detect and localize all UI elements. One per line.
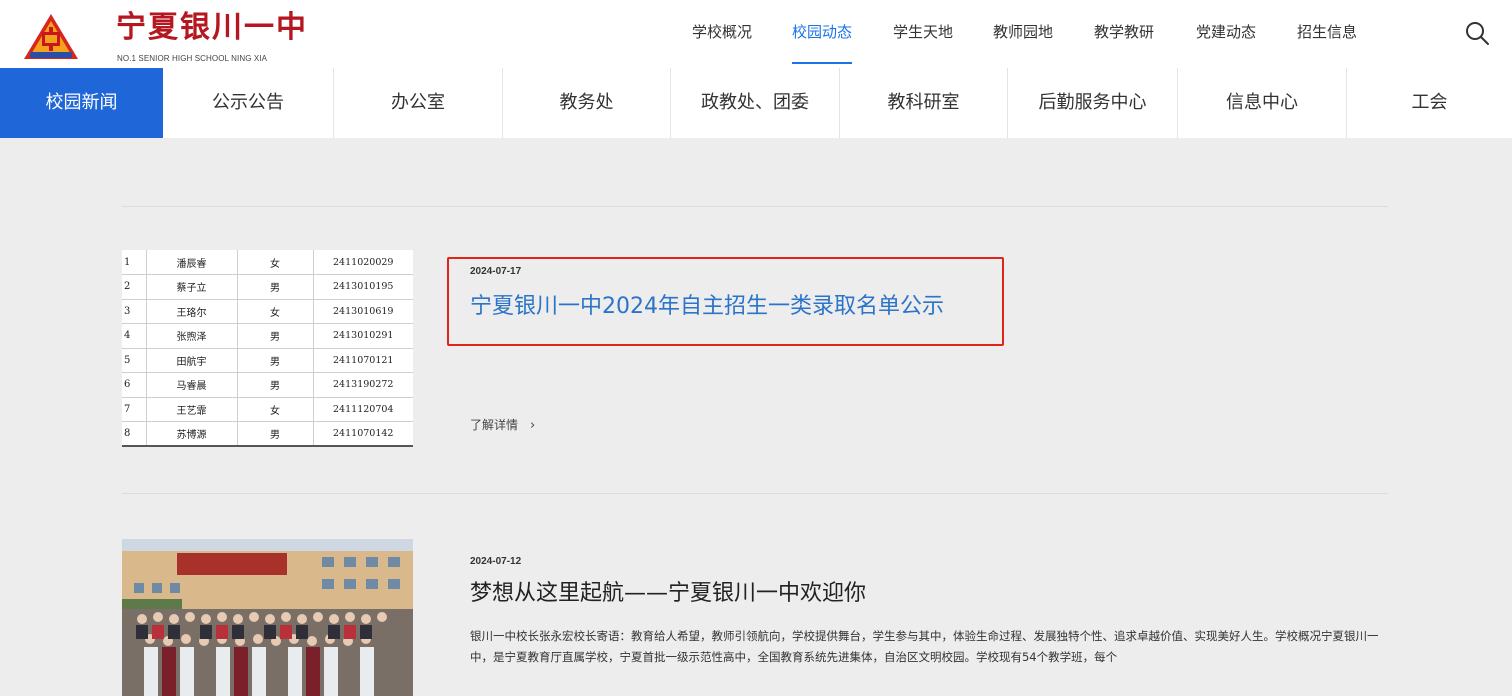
tab-campus-news[interactable]: 校园新闻 bbox=[0, 68, 163, 138]
chevron-right-icon: › bbox=[530, 418, 536, 433]
thumb-cell-index: 1 bbox=[122, 250, 147, 275]
thumb-cell-name: 苏博源 bbox=[146, 421, 238, 447]
thumb-cell-index: 8 bbox=[122, 421, 147, 447]
thumb-cell-id: 2413010291 bbox=[313, 323, 413, 349]
category-nav: 校园新闻 公示公告 办公室 教务处 政教处、团委 教科研室 后勤服务中心 信息中… bbox=[0, 68, 1512, 138]
divider bbox=[122, 493, 1388, 494]
thumb-row: 1 潘辰睿女 2411020029 bbox=[122, 250, 413, 275]
thumb-cell-index: 3 bbox=[122, 299, 147, 324]
thumb-cell-gender: 男 bbox=[237, 372, 314, 398]
article-photo[interactable] bbox=[122, 539, 413, 696]
thumb-cell-gender: 男 bbox=[237, 274, 314, 300]
thumb-cell-name: 田航宇 bbox=[146, 348, 238, 373]
article-thumbnail-table[interactable]: 1 潘辰睿女 2411020029 2 蔡子立男 2413010195 3 王珞尔女 24130… bbox=[122, 250, 413, 447]
thumb-row: 5 田航宇男 2411070121 bbox=[122, 348, 413, 373]
thumb-cell-id: 2411120704 bbox=[313, 397, 413, 422]
tab-political-youth-league[interactable]: 政教处、团委 bbox=[671, 68, 840, 138]
thumb-cell-index: 7 bbox=[122, 397, 147, 422]
thumb-row: 2 蔡子立男 2413010195 bbox=[122, 274, 413, 300]
thumb-cell-name: 王艺霏 bbox=[146, 397, 238, 422]
thumb-cell-name: 潘辰睿 bbox=[146, 250, 238, 275]
thumb-cell-gender: 男 bbox=[237, 421, 314, 447]
search-icon[interactable] bbox=[1464, 20, 1490, 46]
tab-academic-affairs[interactable]: 教务处 bbox=[503, 68, 671, 138]
school-name[interactable]: 宁夏银川一中 bbox=[116, 10, 308, 46]
thumb-cell-index: 6 bbox=[122, 372, 147, 398]
read-more-label: 了解详情 bbox=[470, 418, 519, 432]
school-logo[interactable] bbox=[22, 12, 80, 62]
article-title-link[interactable]: 梦想从这里起航——宁夏银川一中欢迎你 bbox=[470, 575, 866, 607]
tab-info-center[interactable]: 信息中心 bbox=[1178, 68, 1347, 138]
thumb-cell-name: 马睿晨 bbox=[146, 372, 238, 398]
thumb-cell-name: 张煦泽 bbox=[146, 323, 238, 349]
thumb-cell-gender: 男 bbox=[237, 323, 314, 349]
nav-admissions[interactable]: 招生信息 bbox=[1297, 0, 1357, 68]
thumb-cell-id: 2411070121 bbox=[313, 348, 413, 373]
article-summary: 银川一中校长张永宏校长寄语：教育给人希望，教师引领航向，学校提供舞台，学生参与其… bbox=[470, 629, 1379, 664]
thumb-cell-id: 2413010195 bbox=[313, 274, 413, 300]
nav-school-overview[interactable]: 学校概况 bbox=[692, 0, 752, 68]
nav-teachers[interactable]: 教师园地 bbox=[993, 0, 1053, 68]
thumb-cell-id: 2413190272 bbox=[313, 372, 413, 398]
thumb-cell-id: 2411070142 bbox=[313, 421, 413, 447]
thumb-cell-id: 2413010619 bbox=[313, 299, 413, 324]
article-date: 2024-07-12 bbox=[470, 556, 522, 567]
thumb-cell-gender: 女 bbox=[237, 250, 314, 275]
school-name-en: NO.1 SENIOR HIGH SCHOOL NING XIA bbox=[117, 54, 268, 63]
nav-students[interactable]: 学生天地 bbox=[893, 0, 953, 68]
thumb-row: 3 王珞尔女 2413010619 bbox=[122, 299, 413, 324]
thumb-cell-id: 2411020029 bbox=[313, 250, 413, 275]
nav-teaching-research[interactable]: 教学教研 bbox=[1094, 0, 1154, 68]
tab-research-office[interactable]: 教科研室 bbox=[840, 68, 1008, 138]
highlight-box bbox=[447, 257, 1004, 346]
nav-party-news[interactable]: 党建动态 bbox=[1196, 0, 1256, 68]
tab-union[interactable]: 工会 bbox=[1347, 68, 1512, 138]
tab-logistics[interactable]: 后勤服务中心 bbox=[1008, 68, 1178, 138]
thumb-cell-index: 2 bbox=[122, 274, 147, 300]
thumb-row: 4 张煦泽男 2413010291 bbox=[122, 323, 413, 349]
tab-office[interactable]: 办公室 bbox=[334, 68, 503, 138]
thumb-row: 6 马睿晨男 2413190272 bbox=[122, 372, 413, 398]
site-header: 宁夏银川一中 NO.1 SENIOR HIGH SCHOOL NING XIA … bbox=[0, 0, 1512, 68]
thumb-cell-name: 王珞尔 bbox=[146, 299, 238, 324]
thumb-cell-gender: 男 bbox=[237, 348, 314, 373]
thumb-row: 7 王艺霏女 2411120704 bbox=[122, 397, 413, 422]
thumb-cell-name: 蔡子立 bbox=[146, 274, 238, 300]
tab-announcements[interactable]: 公示公告 bbox=[163, 68, 334, 138]
thumb-cell-index: 4 bbox=[122, 323, 147, 349]
thumb-row: 8 苏博源男 2411070142 bbox=[122, 421, 413, 447]
thumb-cell-gender: 女 bbox=[237, 299, 314, 324]
divider bbox=[122, 206, 1388, 207]
read-more-link[interactable]: 了解详情 › bbox=[470, 416, 535, 433]
nav-campus-news[interactable]: 校园动态 bbox=[792, 0, 853, 68]
thumb-cell-gender: 女 bbox=[237, 397, 314, 422]
thumb-cell-index: 5 bbox=[122, 348, 147, 373]
